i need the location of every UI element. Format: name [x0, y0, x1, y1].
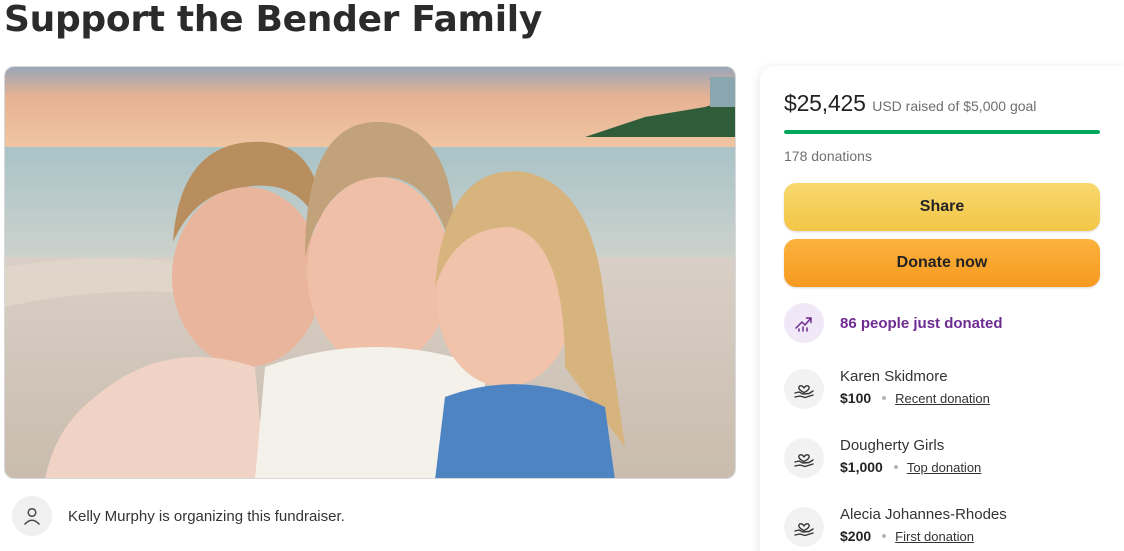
heart-hand-icon	[784, 507, 824, 547]
trending-up-icon	[784, 303, 824, 343]
donor-name: Karen Skidmore	[840, 368, 948, 385]
progress-bar	[784, 130, 1100, 134]
donor-amount: $1,000	[840, 459, 883, 475]
raised-label: USD raised of $5,000 goal	[872, 98, 1037, 114]
donor-amount: $200	[840, 528, 872, 544]
user-icon	[12, 496, 52, 536]
separator-dot	[882, 396, 887, 400]
donor-item: Alecia Johannes-Rhodes $200 First donati…	[784, 505, 1007, 547]
family-beach-photo[interactable]	[4, 66, 736, 479]
hero-photo-illustration	[5, 67, 735, 478]
progress-bar-fill	[784, 130, 1100, 134]
heart-hand-icon	[784, 369, 824, 409]
separator-dot	[893, 465, 898, 469]
donation-tag-link[interactable]: Recent donation	[895, 391, 990, 406]
page-title: Support the Bender Family	[4, 0, 543, 40]
organizer-row: Kelly Murphy is organizing this fundrais…	[12, 496, 345, 536]
donor-amount: $100	[840, 390, 872, 406]
donor-item: Karen Skidmore $100 Recent donation	[784, 367, 990, 409]
donation-count: 178 donations	[784, 148, 872, 164]
separator-dot	[882, 534, 887, 538]
recent-activity-banner: 86 people just donated	[784, 303, 1003, 343]
donation-tag-link[interactable]: Top donation	[907, 460, 981, 475]
donor-item: Dougherty Girls $1,000 Top donation	[784, 436, 981, 478]
heart-hand-icon	[784, 438, 824, 478]
donor-name: Alecia Johannes-Rhodes	[840, 506, 1007, 523]
raised-summary: $25,425 USD raised of $5,000 goal	[784, 90, 1036, 117]
amount-raised: $25,425	[784, 90, 866, 116]
recent-donors-text: 86 people just donated	[840, 314, 1003, 332]
donation-sidebar: $25,425 USD raised of $5,000 goal 178 do…	[760, 66, 1124, 551]
donor-name: Dougherty Girls	[840, 437, 945, 454]
organizer-text: Kelly Murphy is organizing this fundrais…	[68, 507, 345, 525]
donation-tag-link[interactable]: First donation	[895, 529, 974, 544]
share-button[interactable]: Share	[784, 183, 1100, 231]
donate-now-button[interactable]: Donate now	[784, 239, 1100, 287]
